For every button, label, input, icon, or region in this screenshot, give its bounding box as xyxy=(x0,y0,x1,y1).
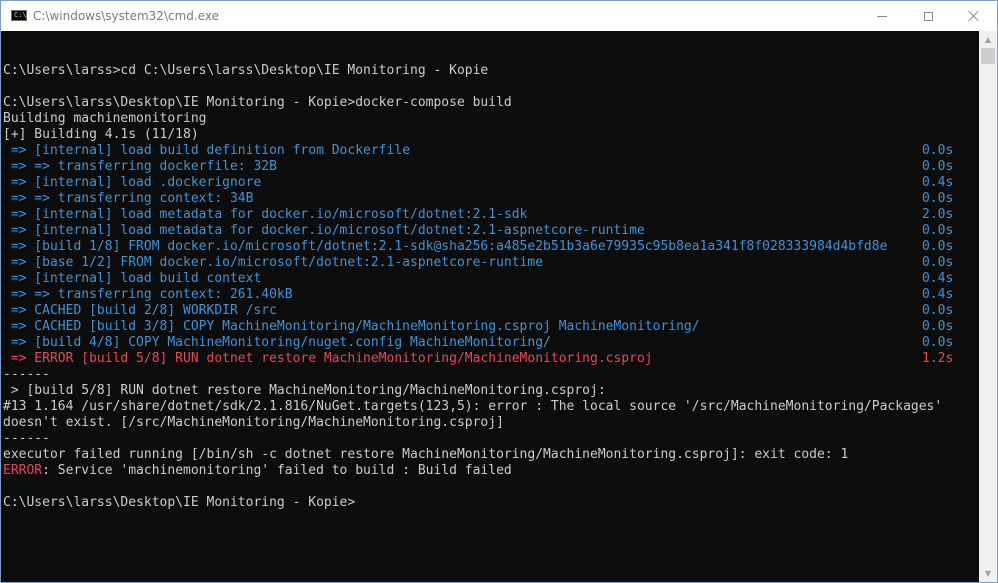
step-duration: 0.0s xyxy=(922,159,954,174)
console-line-text: C:\Users\larss>cd C:\Users\larss\Desktop… xyxy=(3,63,489,78)
console-line: => => transferring context: 34B 0.0s xyxy=(3,191,975,207)
console-line: Building machinemonitoring xyxy=(3,111,975,127)
console-line-text: => CACHED [build 2/8] WORKDIR /src xyxy=(3,303,277,318)
scroll-down-arrow-icon[interactable]: ▼ xyxy=(979,565,997,582)
console-line-text: => [internal] load metadata for docker.i… xyxy=(3,223,645,238)
console-line-text: => [internal] load metadata for docker.i… xyxy=(3,207,528,222)
console-line-text: C:\Users\larss\Desktop\IE Monitoring - K… xyxy=(3,95,512,110)
console-line-text: => [internal] load .dockerignore xyxy=(3,175,262,190)
minimize-button[interactable] xyxy=(859,1,905,31)
maximize-button[interactable] xyxy=(905,1,951,31)
console-line: => [build 4/8] COPY MachineMonitoring/nu… xyxy=(3,335,975,351)
step-duration: 0.0s xyxy=(922,223,954,238)
maximize-icon xyxy=(923,11,933,21)
step-duration: 0.4s xyxy=(922,287,954,302)
step-duration: 0.0s xyxy=(922,255,954,270)
console-line: ------ xyxy=(3,431,975,447)
console-line: ------ xyxy=(3,367,975,383)
console-line: doesn't exist. [/src/MachineMonitoring/M… xyxy=(3,415,975,431)
console-line: C:\Users\larss>cd C:\Users\larss\Desktop… xyxy=(3,63,975,79)
console-line-text: #13 1.164 /usr/share/dotnet/sdk/2.1.816/… xyxy=(3,399,943,414)
console-line: executor failed running [/bin/sh -c dotn… xyxy=(3,447,975,463)
console-line: => CACHED [build 2/8] WORKDIR /src 0.0s xyxy=(3,303,975,319)
vertical-scrollbar[interactable]: ▲ ▼ xyxy=(979,31,997,582)
step-duration: 1.2s xyxy=(922,351,954,366)
cmd-prompt-icon[interactable]: C:\ xyxy=(11,10,27,21)
console-line-text: => [build 4/8] COPY MachineMonitoring/nu… xyxy=(3,335,551,350)
console-line: C:\Users\larss\Desktop\IE Monitoring - K… xyxy=(3,495,975,511)
console-line: #13 1.164 /usr/share/dotnet/sdk/2.1.816/… xyxy=(3,399,975,415)
console-line: => [base 1/2] FROM docker.io/microsoft/d… xyxy=(3,255,975,271)
console-line: C:\Users\larss\Desktop\IE Monitoring - K… xyxy=(3,95,975,111)
console-line: => ERROR [build 5/8] RUN dotnet restore … xyxy=(3,351,975,367)
title-bar[interactable]: C:\ C:\windows\system32\cmd.exe xyxy=(1,1,997,31)
console-line-text: ------ xyxy=(3,367,50,382)
console-line: > [build 5/8] RUN dotnet restore Machine… xyxy=(3,383,975,399)
console-line: => [internal] load metadata for docker.i… xyxy=(3,207,975,223)
console-line-text: => ERROR [build 5/8] RUN dotnet restore … xyxy=(3,351,653,366)
step-duration: 2.0s xyxy=(922,207,954,222)
scroll-up-arrow-icon[interactable]: ▲ xyxy=(979,31,997,48)
console-line-text: => => transferring context: 261.40kB xyxy=(3,287,293,302)
step-duration: 0.0s xyxy=(922,319,954,334)
console-line: => [internal] load .dockerignore 0.4s xyxy=(3,175,975,191)
step-duration: 0.0s xyxy=(922,303,954,318)
console-line: => [internal] load build definition from… xyxy=(3,143,975,159)
console-line-text: doesn't exist. [/src/MachineMonitoring/M… xyxy=(3,415,504,430)
console-line-text: [+] Building 4.1s (11/18) xyxy=(3,127,199,142)
console-line-text: => [base 1/2] FROM docker.io/microsoft/d… xyxy=(3,255,544,270)
console-line: => [build 1/8] FROM docker.io/microsoft/… xyxy=(3,239,975,255)
step-duration: 0.0s xyxy=(922,191,954,206)
close-button[interactable] xyxy=(951,1,997,31)
error-prefix: ERROR xyxy=(3,463,43,478)
step-duration: 0.0s xyxy=(922,335,954,350)
console-line: => CACHED [build 3/8] COPY MachineMonito… xyxy=(3,319,975,335)
console-line-text: Building machinemonitoring xyxy=(3,111,207,126)
console-line-text: => [build 1/8] FROM docker.io/microsoft/… xyxy=(3,239,888,254)
console-line-text: => CACHED [build 3/8] COPY MachineMonito… xyxy=(3,319,700,334)
window-title: C:\windows\system32\cmd.exe xyxy=(33,9,219,23)
console-line-text: ------ xyxy=(3,431,50,446)
step-duration: 0.4s xyxy=(922,175,954,190)
console-output[interactable]: C:\Users\larss>cd C:\Users\larss\Desktop… xyxy=(1,31,979,582)
minimize-icon xyxy=(877,15,887,17)
console-line-text: => [internal] load build definition from… xyxy=(3,143,410,158)
close-icon xyxy=(968,10,980,22)
console-line: => => transferring dockerfile: 32B 0.0s xyxy=(3,159,975,175)
step-duration: 0.0s xyxy=(922,143,954,158)
cmd-window: C:\ C:\windows\system32\cmd.exe C:\Users… xyxy=(0,0,998,583)
console-line: => [internal] load metadata for docker.i… xyxy=(3,223,975,239)
console-line: => [internal] load build context 0.4s xyxy=(3,271,975,287)
console-line-text: => => transferring dockerfile: 32B xyxy=(3,159,277,174)
scroll-thumb[interactable] xyxy=(981,48,995,64)
console-lines: C:\Users\larss>cd C:\Users\larss\Desktop… xyxy=(3,47,975,511)
console-line-text: : Service 'machinemonitoring' failed to … xyxy=(42,463,512,478)
console-line-text: executor failed running [/bin/sh -c dotn… xyxy=(3,447,849,462)
step-duration: 0.4s xyxy=(922,271,954,286)
console-line-text: C:\Users\larss\Desktop\IE Monitoring - K… xyxy=(3,495,356,510)
console-line-text: => => transferring context: 34B xyxy=(3,191,254,206)
cmd-prompt-glyph: C:\ xyxy=(14,11,27,19)
console-line: => => transferring context: 261.40kB 0.4s xyxy=(3,287,975,303)
console-line: [+] Building 4.1s (11/18) xyxy=(3,127,975,143)
step-duration: 0.0s xyxy=(922,239,954,254)
console-line-text: > [build 5/8] RUN dotnet restore Machine… xyxy=(3,383,606,398)
console-line: ERROR: Service 'machinemonitoring' faile… xyxy=(3,463,975,479)
console-line-text: => [internal] load build context xyxy=(3,271,262,286)
